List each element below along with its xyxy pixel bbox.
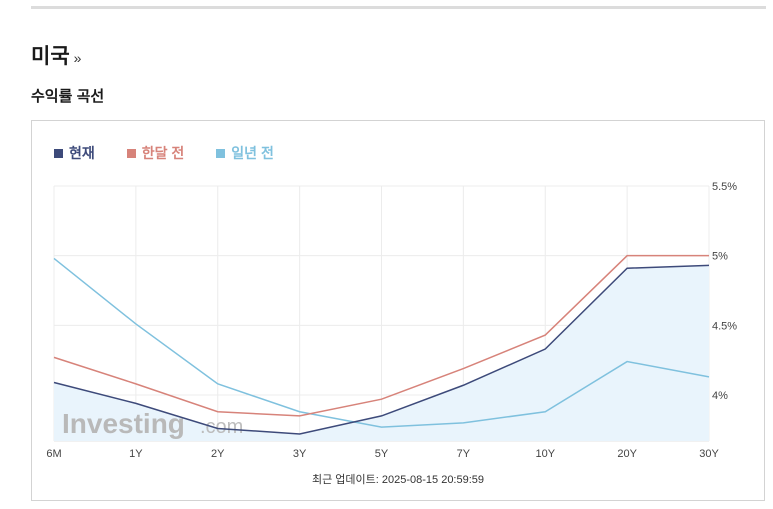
x-tick-label: 10Y [535, 448, 555, 460]
x-tick-label: 20Y [617, 448, 637, 460]
country-title[interactable]: 미국» [31, 40, 81, 70]
x-tick-label: 6M [46, 448, 61, 460]
top-divider [31, 6, 766, 9]
x-tick-label: 2Y [211, 448, 225, 460]
x-tick-label: 7Y [457, 448, 471, 460]
last-updated-text: 최근 업데이트: 2025-08-15 20:59:59 [311, 474, 485, 486]
chart-plot-svg: 4%4.5%5%5.5%6M 1Y 2Y 3Y 5Y 7Y 10Y 20Y 30YInvesti… [46, 181, 737, 460]
investing-watermark-suffix: .com [200, 416, 243, 438]
y-tick-label: 4.5% [712, 320, 737, 332]
yield-curve-chart: 현재 한달 전 일년 전 4% 4.5% 5% 5.5% 6M 1Y 2Y 3Y 5Y 7Y 10Y… [31, 120, 765, 501]
y-tick-label: 4% [712, 390, 728, 402]
x-tick-label: 1Y [129, 448, 143, 460]
y-tick-label: 5.5% [712, 181, 737, 193]
more-arrow-icon[interactable]: » [74, 50, 82, 66]
country-name[interactable]: 미국 [31, 45, 70, 68]
y-tick-label: 5% [712, 251, 728, 263]
section-title: 수익률 곡선 [31, 88, 105, 105]
x-tick-label: 3Y [293, 448, 307, 460]
x-tick-label: 30Y [699, 448, 719, 460]
x-tick-label: 5Y [375, 448, 389, 460]
